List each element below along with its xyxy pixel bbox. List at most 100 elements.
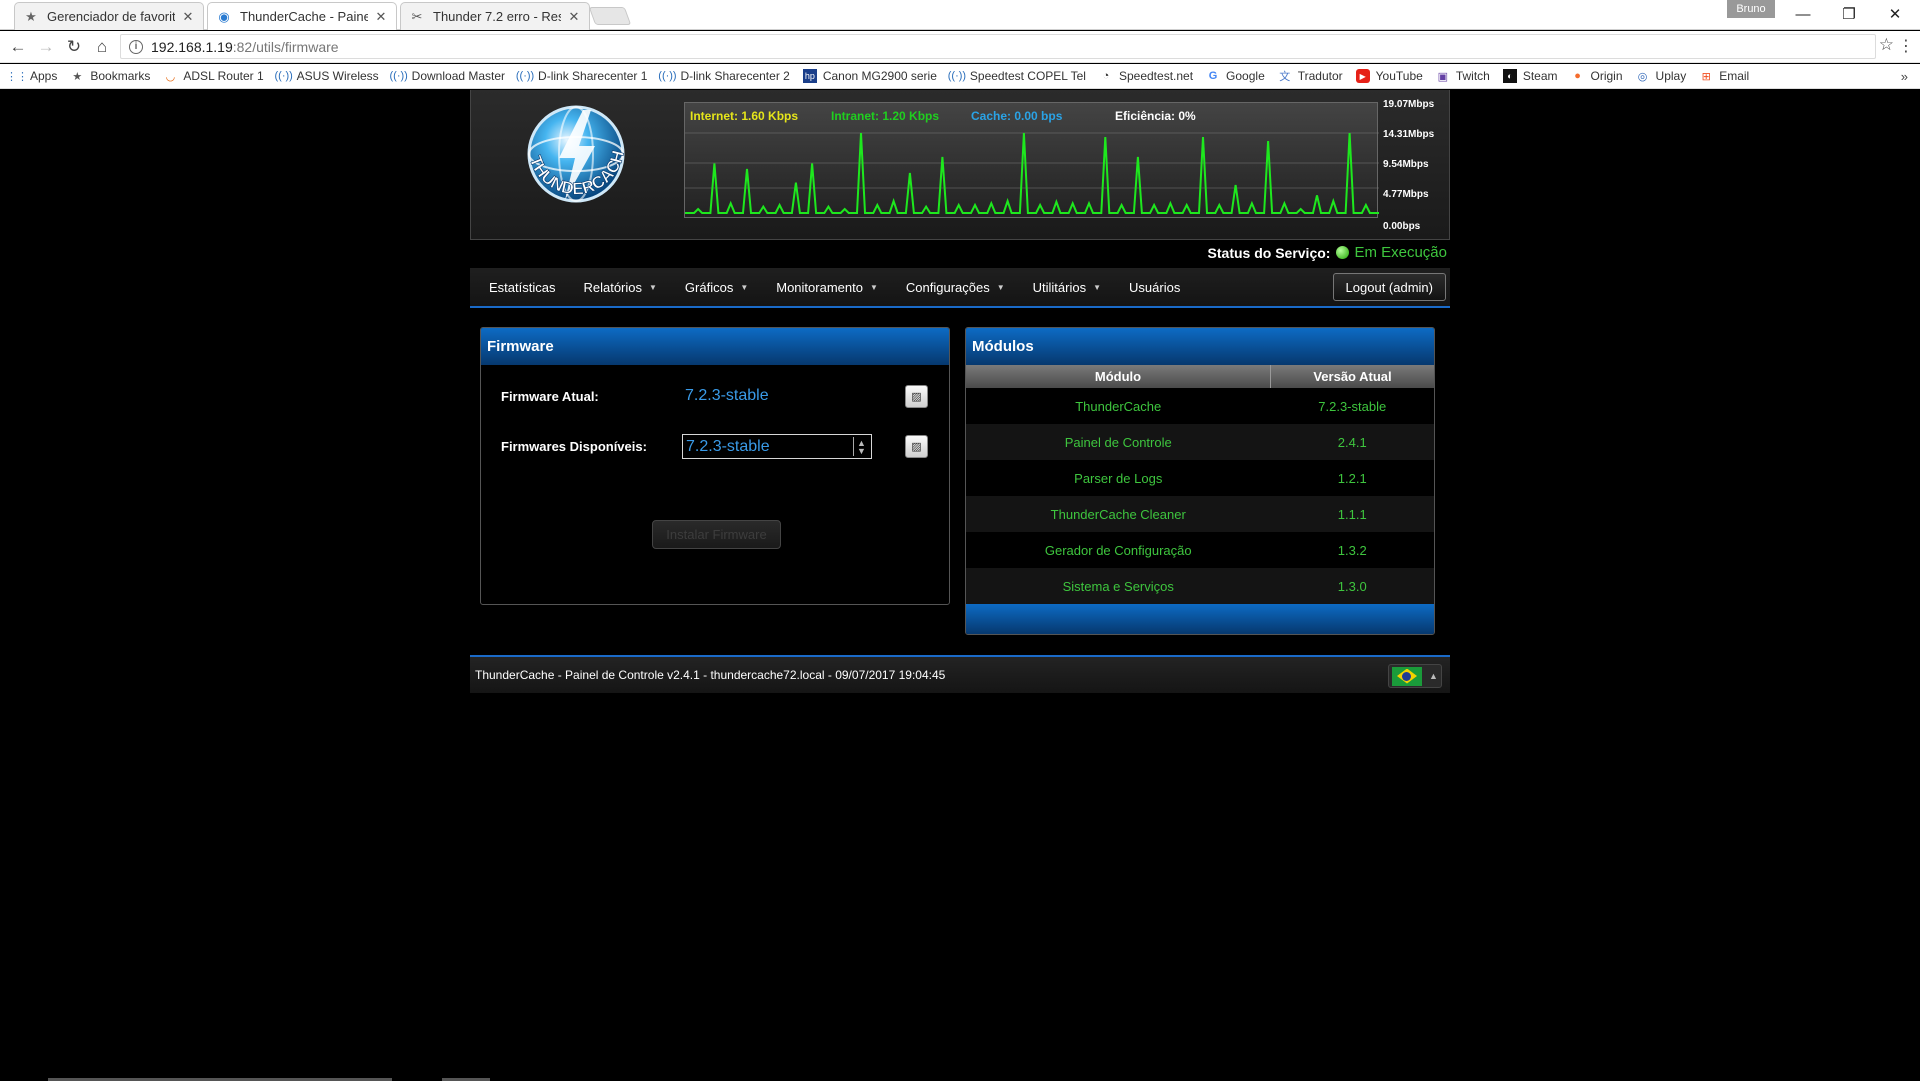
- caret-down-icon: ▼: [740, 282, 749, 292]
- table-row: Sistema e Serviços 1.3.0: [966, 568, 1434, 604]
- hp-icon: hp: [802, 69, 817, 83]
- close-icon[interactable]: ✕: [181, 9, 195, 25]
- main-nav: Estatísticas Relatórios ▼ Gráficos ▼ Monit…: [470, 268, 1450, 308]
- caret-down-icon: ▼: [649, 282, 657, 292]
- translate-icon: 文: [1279, 71, 1291, 83]
- traffic-line: [685, 132, 1379, 214]
- bookmark-tradutor[interactable]: 文 Tradutor: [1278, 69, 1342, 83]
- tab-bookmark-manager[interactable]: ★ Gerenciador de favoritos ✕: [14, 2, 204, 30]
- star-icon: ★: [72, 70, 83, 83]
- firmware-info-button[interactable]: ▨: [905, 385, 928, 408]
- module-version: 1.3.0: [1270, 568, 1434, 604]
- url-input[interactable]: i 192.168.1.19:82/utils/firmware: [120, 34, 1876, 59]
- nav-graficos[interactable]: Gráficos ▼: [671, 280, 762, 295]
- nav-configuracoes[interactable]: Configurações ▼: [892, 280, 1019, 295]
- nav-estatisticas[interactable]: Estatísticas: [475, 280, 569, 295]
- close-window-icon[interactable]: ✕: [1872, 0, 1918, 28]
- minimize-icon[interactable]: —: [1780, 0, 1826, 28]
- firmware-current-value: 7.2.3-stable: [685, 387, 769, 404]
- bookmark-download-master[interactable]: ((·)) Download Master: [389, 69, 506, 83]
- header: THUNDERCACHE Internet: 1.60 Kbps Intrane…: [470, 81, 1450, 240]
- y-tick: 0.00bps: [1383, 221, 1421, 232]
- router-icon: ◡: [165, 70, 176, 83]
- bookmark-apps[interactable]: ⋮⋮ Apps: [6, 69, 57, 83]
- bookmark-twitch[interactable]: ▣ Twitch: [1436, 69, 1490, 83]
- caret-down-icon: ▼: [996, 282, 1005, 292]
- caret-down-icon: ▼: [1093, 282, 1102, 292]
- spinner-arrows-icon[interactable]: ▲ ▼: [853, 437, 869, 456]
- firmware-available-select[interactable]: 7.2.3-stable ▲ ▼: [682, 434, 872, 459]
- module-name: Parser de Logs: [966, 460, 1271, 496]
- tab-label: ThunderCache - Painel d: [240, 9, 368, 24]
- bookmark-dlink-1[interactable]: ((·)) D-link Sharecenter 1: [515, 69, 648, 83]
- language-selector[interactable]: ▲: [1388, 664, 1442, 688]
- close-icon[interactable]: ✕: [374, 9, 388, 25]
- bookmark-dlink-2[interactable]: ((·)) D-link Sharecenter 2: [658, 69, 790, 83]
- traffic-graph: Internet: 1.60 Kbps Intranet: 1.20 Kbps …: [684, 102, 1379, 218]
- column-header[interactable]: Módulo: [966, 365, 1271, 388]
- profile-button[interactable]: Bruno: [1727, 0, 1775, 18]
- twitch-icon: ▣: [1437, 70, 1449, 83]
- bookmark-google[interactable]: G Google: [1206, 69, 1265, 83]
- restore-icon[interactable]: ❐: [1826, 0, 1872, 28]
- bookmark-speedtest-copel[interactable]: ((·)) Speedtest COPEL Tel: [948, 69, 1086, 83]
- bookmark-adsl-router[interactable]: ◡ ADSL Router 1: [163, 69, 264, 83]
- modules-panel: Módulos Módulo Versão Atual ThunderCache…: [965, 327, 1435, 635]
- info-icon[interactable]: i: [129, 39, 143, 54]
- back-icon[interactable]: ←: [6, 35, 30, 59]
- reload-icon[interactable]: ↻: [62, 35, 86, 59]
- stat-cache: Cache: 0.00 bps: [971, 109, 1063, 123]
- windows-icon: ⊞: [1701, 70, 1711, 83]
- forward-icon[interactable]: →: [34, 35, 58, 59]
- brazil-flag-icon: [1392, 666, 1422, 686]
- install-firmware-button[interactable]: Instalar Firmware: [652, 520, 781, 549]
- image-icon: ▨: [911, 391, 922, 403]
- youtube-icon: ▶: [1355, 69, 1370, 83]
- firmware-available-info-button[interactable]: ▨: [905, 435, 928, 458]
- nav-usuarios[interactable]: Usuários: [1115, 280, 1194, 295]
- table-row: ThunderCache 7.2.3-stable: [966, 388, 1434, 424]
- caret-down-icon: ▼: [869, 282, 878, 292]
- stat-internet: Internet: 1.60 Kbps: [690, 109, 799, 123]
- tab-label: Thunder 7.2 erro - Respo: [433, 9, 561, 24]
- logout-button[interactable]: Logout (admin): [1332, 273, 1446, 301]
- column-header[interactable]: Versão Atual: [1270, 365, 1434, 388]
- new-tab-button[interactable]: [588, 7, 632, 25]
- nav-utilitarios[interactable]: Utilitários ▼: [1019, 280, 1115, 295]
- bookmark-asus-wireless[interactable]: ((·)) ASUS Wireless: [275, 69, 379, 83]
- table-row: Painel de Controle 2.4.1: [966, 424, 1434, 460]
- url-path: :82/utils/firmware: [232, 38, 339, 55]
- bookmark-youtube[interactable]: ▶ YouTube: [1355, 69, 1423, 83]
- tab-forum[interactable]: ✂ Thunder 7.2 erro - Respo ✕: [400, 2, 590, 30]
- close-icon[interactable]: ✕: [567, 9, 581, 25]
- bookmark-email[interactable]: ⊞ Email: [1699, 69, 1750, 83]
- wireless-icon: ((·)): [389, 70, 408, 82]
- service-status-value: Em Execução: [1354, 244, 1447, 261]
- bookmark-uplay[interactable]: ◎ Uplay: [1636, 69, 1687, 83]
- bookmark-bookmarks[interactable]: ★ Bookmarks: [70, 69, 150, 83]
- bookmark-steam[interactable]: ◐ Steam: [1502, 69, 1558, 83]
- tab-label: Gerenciador de favoritos: [47, 9, 175, 24]
- wireless-icon: ((·)): [658, 70, 677, 82]
- module-name: Sistema e Serviços: [966, 568, 1271, 604]
- bookmark-origin[interactable]: ● Origin: [1571, 69, 1622, 83]
- forum-favicon: ✂: [411, 8, 423, 24]
- tab-thundercache[interactable]: ◉ ThunderCache - Painel d ✕: [207, 2, 397, 30]
- nav-relatorios[interactable]: Relatórios ▼: [569, 280, 670, 295]
- apps-grid-icon: ⋮⋮: [6, 70, 28, 83]
- firmware-available-value: 7.2.3-stable: [686, 437, 770, 455]
- module-version: 1.1.1: [1270, 496, 1434, 532]
- uplay-icon: ◎: [1637, 70, 1648, 83]
- home-icon[interactable]: ⌂: [90, 35, 114, 59]
- image-icon: ▨: [911, 441, 922, 453]
- bookmark-speedtest[interactable]: ◔ Speedtest.net: [1099, 69, 1193, 83]
- speedometer-icon: ◔: [1102, 70, 1110, 82]
- nav-monitoramento[interactable]: Monitoramento ▼: [762, 280, 892, 295]
- bookmark-star-icon[interactable]: ☆: [1879, 35, 1894, 55]
- chevron-right-icon[interactable]: »: [1901, 69, 1908, 84]
- bookmark-canon[interactable]: hp Canon MG2900 serie: [802, 69, 937, 83]
- module-name: ThunderCache: [966, 388, 1271, 424]
- module-version: 1.3.2: [1270, 532, 1434, 568]
- menu-icon[interactable]: ⋮: [1898, 36, 1914, 56]
- wireless-icon: ((·)): [515, 70, 535, 82]
